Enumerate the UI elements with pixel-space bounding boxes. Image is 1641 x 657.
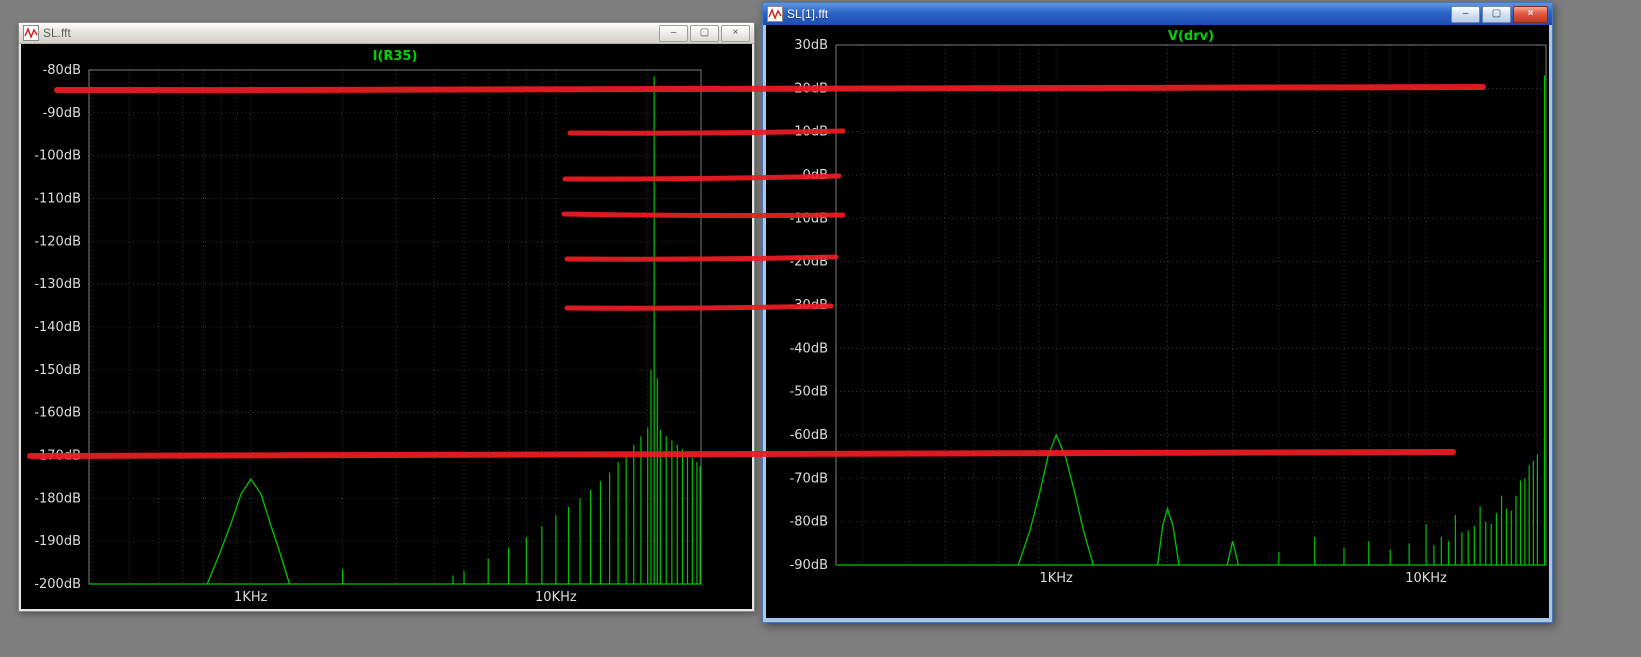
- svg-text:V(drv): V(drv): [1168, 29, 1214, 44]
- plot-area[interactable]: -80dB -90dB -100dB -110dB -120dB -130dB -140dB…: [21, 44, 752, 609]
- svg-text:-120dB: -120dB: [34, 234, 81, 249]
- close-button[interactable]: ×: [1513, 5, 1548, 23]
- svg-text:-90dB: -90dB: [790, 558, 828, 573]
- window-sl1-fft: SL[1].fft – ▢ × 30dB 20dB 10dB 0dB -10dB -20d…: [762, 2, 1553, 623]
- svg-text:-100dB: -100dB: [34, 149, 81, 164]
- svg-text:-200dB: -200dB: [34, 577, 81, 592]
- plot-area[interactable]: 30dB 20dB 10dB 0dB -10dB -20dB -30dB -40dB -50dB…: [766, 25, 1549, 618]
- svg-text:-70dB: -70dB: [790, 471, 828, 486]
- desktop: { "desktop": { "background": "#7f7f7f" }…: [0, 0, 1641, 657]
- svg-text:-80dB: -80dB: [790, 515, 828, 530]
- svg-text:-50dB: -50dB: [790, 385, 828, 400]
- svg-text:-60dB: -60dB: [790, 428, 828, 443]
- svg-text:-150dB: -150dB: [34, 363, 81, 378]
- maximize-button[interactable]: ▢: [690, 24, 719, 42]
- svg-text:I(R35): I(R35): [373, 49, 418, 64]
- close-button[interactable]: ×: [721, 24, 750, 42]
- window-title: SL.fft: [43, 26, 71, 40]
- fft-plot-v-drv[interactable]: 30dB 20dB 10dB 0dB -10dB -20dB -30dB -40dB -50dB…: [766, 25, 1549, 618]
- svg-text:-110dB: -110dB: [34, 192, 81, 207]
- minimize-button[interactable]: –: [1451, 5, 1480, 23]
- minimize-button[interactable]: –: [659, 24, 688, 42]
- fft-plot-i-r35[interactable]: -80dB -90dB -100dB -110dB -120dB -130dB -140dB…: [21, 44, 752, 609]
- window-title: SL[1].fft: [787, 7, 829, 21]
- window-sl-fft: SL.fft – ▢ × -80dB -90dB -100dB -110dB -120d…: [18, 22, 755, 612]
- titlebar[interactable]: SL[1].fft – ▢ ×: [763, 3, 1552, 25]
- svg-text:10dB: 10dB: [794, 125, 828, 140]
- svg-text:-80dB: -80dB: [43, 63, 81, 78]
- app-icon: [23, 25, 39, 41]
- titlebar[interactable]: SL.fft – ▢ ×: [19, 23, 754, 44]
- svg-text:-140dB: -140dB: [34, 320, 81, 335]
- svg-text:1KHz: 1KHz: [1039, 571, 1073, 586]
- svg-text:-40dB: -40dB: [790, 341, 828, 356]
- svg-text:-10dB: -10dB: [790, 211, 828, 226]
- svg-text:-190dB: -190dB: [34, 534, 81, 549]
- svg-text:-20dB: -20dB: [790, 255, 828, 270]
- svg-text:10KHz: 10KHz: [1405, 571, 1447, 586]
- window-controls: – ▢ ×: [659, 24, 750, 42]
- svg-text:-90dB: -90dB: [43, 106, 81, 121]
- app-icon: [767, 6, 783, 22]
- maximize-button[interactable]: ▢: [1482, 5, 1511, 23]
- svg-text:-170dB: -170dB: [34, 449, 81, 464]
- svg-text:30dB: 30dB: [794, 38, 828, 53]
- svg-text:20dB: 20dB: [794, 81, 828, 96]
- window-controls: – ▢ ×: [1451, 5, 1548, 23]
- svg-text:10KHz: 10KHz: [535, 590, 577, 605]
- svg-text:-180dB: -180dB: [34, 491, 81, 506]
- svg-text:1KHz: 1KHz: [234, 590, 268, 605]
- svg-text:-130dB: -130dB: [34, 277, 81, 292]
- svg-text:-160dB: -160dB: [34, 406, 81, 421]
- svg-text:0dB: 0dB: [803, 168, 828, 183]
- svg-text:-30dB: -30dB: [790, 298, 828, 313]
